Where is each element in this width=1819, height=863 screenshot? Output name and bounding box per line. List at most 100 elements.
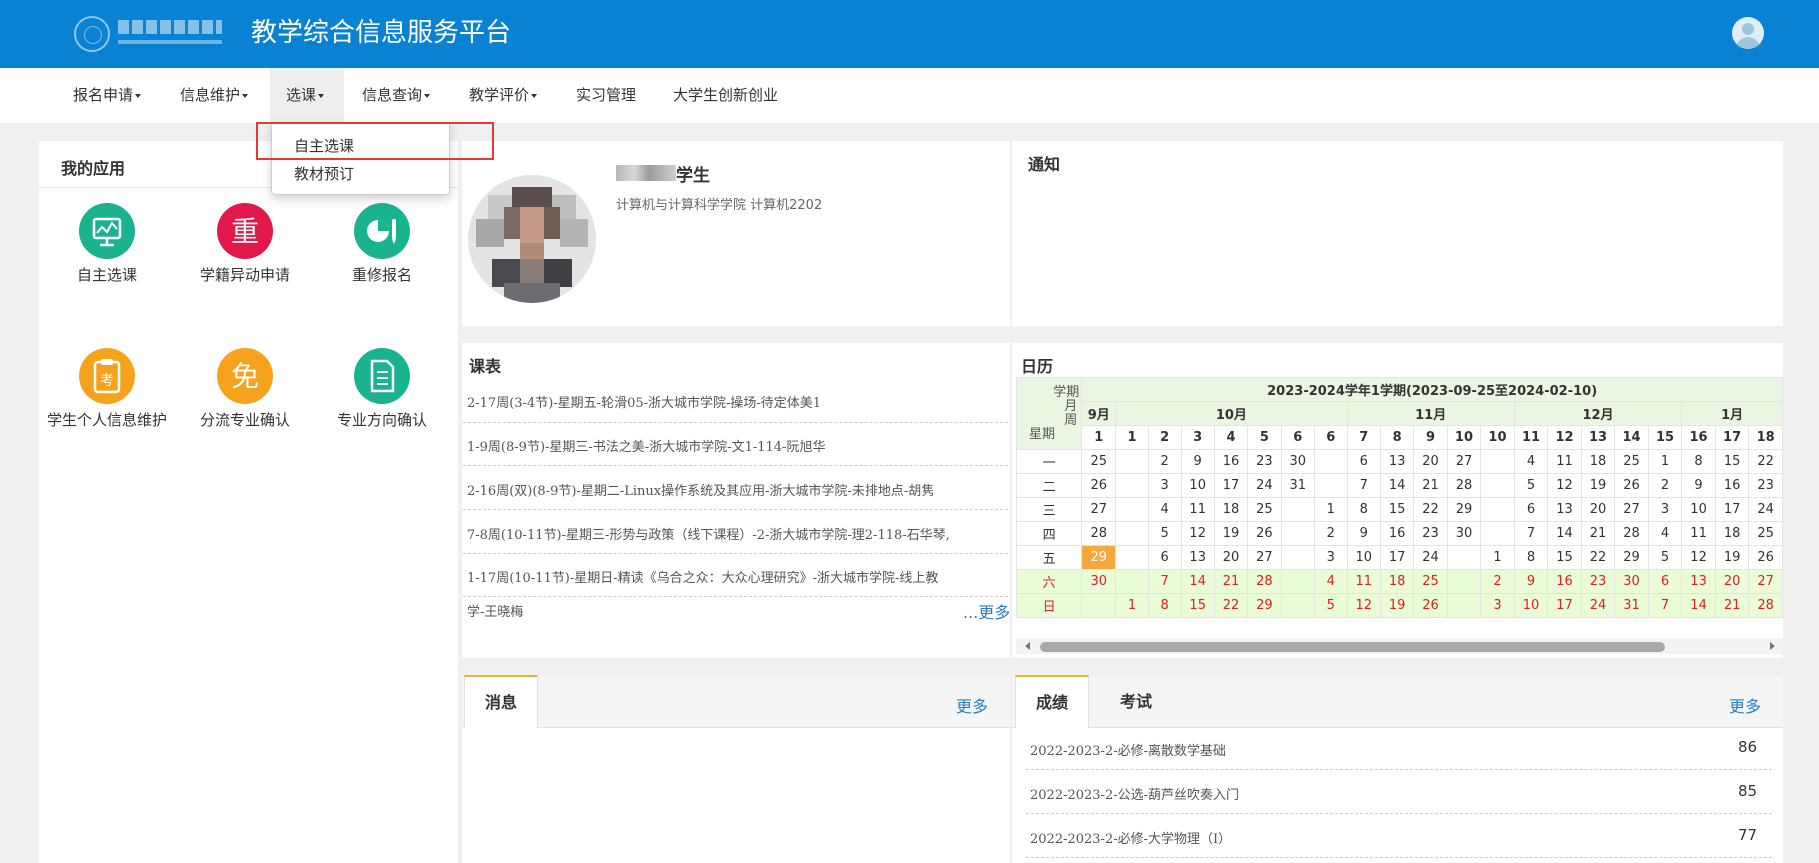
grade-course-name[interactable]: 2022-2023-2-公选-葫芦丝吹奏入门 (1030, 784, 1239, 803)
calendar-date-cell (1480, 497, 1515, 522)
calendar-date-cell (1115, 521, 1149, 546)
menu-item-textbook-order[interactable]: 教材预订 (294, 163, 354, 184)
calendar-date-cell: 28 (1081, 521, 1117, 546)
nav-info-query[interactable]: 信息查询 (362, 68, 442, 123)
calendar-date-cell: 2 (1647, 473, 1683, 498)
nav-teaching-evaluation[interactable]: 教学评价 (469, 68, 549, 123)
svg-text:免: 免 (231, 360, 259, 393)
scroll-right-arrow-icon[interactable] (1770, 642, 1775, 650)
calendar-date-cell (1480, 449, 1515, 474)
mian-character-icon: 免 (217, 348, 273, 404)
calendar-week-number: 6 (1280, 425, 1315, 450)
calendar-week-number: 18 (1748, 425, 1783, 450)
schedule-line[interactable]: 2-16周(双)(8-9节)-星期二-Linux操作系统及其应用-浙大城市学院-… (467, 480, 934, 499)
tab-grades[interactable]: 成绩 (1015, 675, 1089, 728)
academic-calendar: 学期月周星期 2023-2024学年1学期(2023-09-25至2024-02-… (1016, 377, 1783, 627)
calendar-date-cell: 1 (1647, 449, 1683, 474)
calendar-date-cell: 10 (1180, 473, 1215, 498)
calendar-date-cell: 8 (1681, 449, 1716, 474)
calendar-date-cell: 13 (1547, 497, 1582, 522)
schedule-line[interactable]: 2-17周(3-4节)-星期五-轮滑05-浙大城市学院-操场-待定体美1 (467, 392, 821, 411)
calendar-date-cell: 16 (1547, 569, 1582, 594)
calendar-date-cell: 15 (1547, 545, 1582, 570)
nav-course-selection[interactable]: 选课 (270, 68, 344, 123)
nav-registration[interactable]: 报名申请 (73, 68, 153, 123)
calendar-date-cell: 11 (1180, 497, 1215, 522)
app-label: 学籍异动申请 (199, 266, 290, 284)
calendar-date-cell (1280, 521, 1315, 546)
schedule-line[interactable]: 1-17周(10-11节)-星期日-精读《乌合之众：大众心理研究》-浙大城市学院… (467, 567, 938, 586)
schedule-line[interactable]: 7-8周(10-11节)-星期三-形势与政策（线下课程）-2-浙大城市学院-理2… (467, 524, 950, 543)
schedule-line[interactable]: 1-9周(8-9节)-星期三-书法之美-浙大城市学院-文1-114-阮旭华 (467, 436, 825, 455)
calendar-date-cell: 19 (1213, 521, 1249, 546)
calendar-date-cell: 9 (1180, 449, 1215, 474)
scroll-left-arrow-icon[interactable] (1025, 642, 1030, 650)
calendar-date-cell: 8 (1147, 593, 1182, 618)
site-title: 教学综合信息服务平台 (251, 18, 512, 48)
calendar-week-number: 1 (1115, 425, 1149, 450)
scrollbar-thumb[interactable] (1040, 642, 1665, 652)
schedule-more-link[interactable]: ...更多 (963, 599, 1010, 623)
app-label: 分流专业确认 (199, 411, 290, 429)
calendar-date-cell: 9 (1346, 521, 1381, 546)
calendar-date-cell: 24 (1247, 473, 1282, 498)
calendar-weekday-label: 二 (1016, 473, 1083, 498)
calendar-date-cell: 23 (1247, 449, 1282, 474)
grade-course-name[interactable]: 2022-2023-2-必修-大学物理（Ⅰ） (1030, 828, 1231, 847)
tab-messages[interactable]: 消息 (464, 675, 538, 728)
notice-title: 通知 (1028, 155, 1061, 174)
grades-more-link[interactable]: 更多 (1729, 693, 1761, 717)
university-logo[interactable] (74, 16, 222, 52)
calendar-week-number: 8 (1379, 425, 1415, 450)
calendar-date-cell: 22 (1580, 545, 1616, 570)
grade-course-name[interactable]: 2022-2023-2-必修-离散数学基础 (1030, 740, 1226, 759)
grade-score: 77 (1738, 826, 1758, 844)
calendar-week-number: 10 (1446, 425, 1482, 450)
calendar-horizontal-scrollbar[interactable] (1016, 638, 1783, 654)
calendar-date-cell: 11 (1681, 521, 1716, 546)
divider (463, 553, 1008, 554)
calendar-date-cell: 1 (1480, 545, 1515, 570)
document-icon (354, 348, 410, 404)
calendar-date-cell: 30 (1081, 569, 1117, 594)
clipboard-kao-icon: 考 (79, 348, 135, 404)
calendar-date-cell: 28 (1446, 473, 1482, 498)
calendar-date-cell (1280, 593, 1315, 618)
nav-info-maintenance[interactable]: 信息维护 (180, 68, 260, 123)
calendar-date-cell: 18 (1580, 449, 1616, 474)
calendar-date-cell: 15 (1180, 593, 1215, 618)
calendar-date-cell: 14 (1547, 521, 1582, 546)
nav-innovation[interactable]: 大学生创新创业 (673, 68, 813, 123)
messages-more-link[interactable]: 更多 (956, 693, 988, 717)
user-avatar-icon[interactable] (1732, 17, 1764, 49)
calendar-week-number: 3 (1180, 425, 1215, 450)
calendar-date-cell (1115, 497, 1149, 522)
calendar-date-cell: 4 (1313, 569, 1348, 594)
calendar-month-header: 1月 (1681, 401, 1783, 426)
calendar-date-cell: 5 (1313, 593, 1348, 618)
schedule-line[interactable]: 学-王晓梅 (467, 601, 523, 620)
calendar-date-cell: 27 (1748, 569, 1783, 594)
calendar-date-cell: 29 (1614, 545, 1649, 570)
calendar-date-cell: 28 (1748, 593, 1783, 618)
caret-down-icon (531, 93, 538, 98)
calendar-date-cell: 29 (1247, 593, 1282, 618)
calendar-date-cell: 19 (1714, 545, 1750, 570)
calendar-date-cell: 17 (1213, 473, 1249, 498)
calendar-week-number: 2 (1147, 425, 1182, 450)
corner-week-label: 周 (1064, 412, 1078, 428)
calendar-week-number: 11 (1513, 425, 1549, 450)
calendar-date-cell: 25 (1748, 521, 1783, 546)
calendar-weekday-label: 六 (1016, 569, 1083, 594)
calendar-date-cell (1480, 473, 1515, 498)
nav-internship[interactable]: 实习管理 (576, 68, 646, 123)
calendar-weekday-label: 五 (1016, 545, 1083, 570)
calendar-date-cell: 24 (1580, 593, 1616, 618)
tab-exams[interactable]: 考试 (1101, 676, 1171, 728)
calendar-week-number: 4 (1213, 425, 1249, 450)
calendar-date-cell: 12 (1681, 545, 1716, 570)
calendar-date-cell: 25 (1614, 449, 1649, 474)
calendar-week-number: 16 (1681, 425, 1716, 450)
calendar-date-cell: 17 (1379, 545, 1415, 570)
calendar-date-cell: 2 (1147, 449, 1182, 474)
